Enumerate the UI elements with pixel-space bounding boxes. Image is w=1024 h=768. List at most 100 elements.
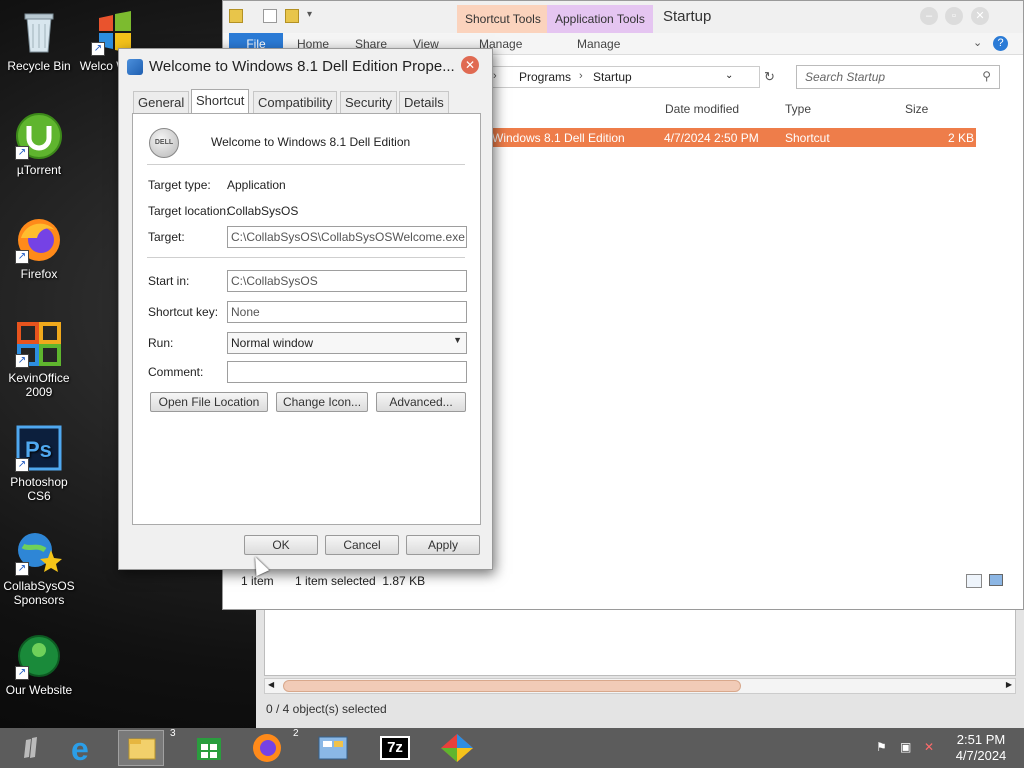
breadcrumb-separator: › <box>579 70 583 82</box>
desktop-icon-photoshop[interactable]: Ps ↗ Photoshop CS6 <box>0 424 78 503</box>
run-select[interactable]: Normal window ▼ <box>227 332 467 354</box>
network-icon[interactable]: ▣ <box>900 740 914 754</box>
shortcut-arrow-icon: ↗ <box>15 146 29 160</box>
scroll-right-icon[interactable]: ▶ <box>1006 680 1012 689</box>
desktop-icon-collabsysos-sponsors[interactable]: ↗ CollabSysOS Sponsors <box>0 528 78 607</box>
file-name: Windows 8.1 Dell Edition <box>492 131 625 145</box>
properties-icon[interactable] <box>263 9 277 23</box>
open-file-location-button[interactable]: Open File Location <box>150 392 268 412</box>
desktop-icon-label: Recycle Bin <box>7 59 71 73</box>
explorer-status-selected: 1 item selected 1.87 KB <box>295 574 426 588</box>
file-explorer-taskbar-icon[interactable] <box>118 730 164 766</box>
column-header-date[interactable]: Date modified <box>665 102 739 116</box>
store-taskbar-icon[interactable] <box>186 730 232 766</box>
properties-dialog: Welcome to Windows 8.1 Dell Edition Prop… <box>118 48 493 570</box>
recycle-bin-icon <box>15 8 63 56</box>
kevinoffice-icon: ↗ <box>15 320 63 368</box>
minimize-button[interactable]: – <box>920 7 938 25</box>
explorer-titlebar: ▾ Shortcut Tools Application Tools Start… <box>223 1 1023 33</box>
svg-text:e: e <box>71 731 89 766</box>
control-panel-taskbar-icon[interactable] <box>310 730 356 766</box>
divider <box>147 164 465 165</box>
desktop-icon-utorrent[interactable]: ↗ µTorrent <box>0 112 78 177</box>
target-location-label: Target location: <box>148 204 230 218</box>
customize-quick-access-icon[interactable]: ▾ <box>307 9 312 20</box>
address-dropdown-icon[interactable]: ⌄ <box>725 70 733 81</box>
desktop-icon-label: Firefox <box>20 267 58 281</box>
new-folder-icon[interactable] <box>285 9 299 23</box>
close-button[interactable]: ✕ <box>971 7 989 25</box>
file-date: 4/7/2024 2:50 PM <box>664 131 759 145</box>
horizontal-scrollbar[interactable]: ◀ ▶ <box>264 678 1016 694</box>
search-placeholder: Search Startup <box>805 70 886 84</box>
run-label: Run: <box>148 336 174 350</box>
shortcut-key-field[interactable]: None <box>227 301 467 323</box>
shortcut-arrow-icon: ↗ <box>15 562 29 576</box>
address-bar[interactable]: › Programs › Startup ⌄ <box>490 66 760 88</box>
dell-logo-icon: DELL <box>149 128 179 158</box>
firefox-window-count: 2 <box>293 728 299 739</box>
paint-taskbar-icon[interactable] <box>434 730 480 766</box>
comment-label: Comment: <box>148 365 204 379</box>
scroll-left-icon[interactable]: ◀ <box>268 680 274 689</box>
column-header-type[interactable]: Type <box>785 102 811 116</box>
desktop-icon-label: Photoshop CS6 <box>10 475 68 503</box>
breadcrumb-programs[interactable]: Programs <box>519 70 571 84</box>
tab-details[interactable]: Details <box>399 91 449 113</box>
tab-application-tools[interactable]: Application Tools <box>547 5 653 33</box>
tab-compatibility[interactable]: Compatibility <box>253 91 338 113</box>
shortcut-tab-panel: DELL Welcome to Windows 8.1 Dell Edition… <box>132 113 481 525</box>
shortcut-arrow-icon: ↗ <box>15 666 29 680</box>
clock-time: 2:51 PM <box>956 732 1006 747</box>
taskbar: e 3 2 7z ⚑ ▣ ✕ 2:51 PM 4/7/2024 <box>0 728 1024 768</box>
tab-security[interactable]: Security <box>340 91 397 113</box>
shortcut-properties-icon <box>127 59 143 75</box>
background-app-window: ◀ ▶ 0 / 4 object(s) selected <box>256 598 1024 728</box>
table-row[interactable]: Windows 8.1 Dell Edition 4/7/2024 2:50 P… <box>490 128 976 147</box>
scrollbar-thumb[interactable] <box>283 680 741 692</box>
change-icon-button[interactable]: Change Icon... <box>276 392 368 412</box>
cancel-button[interactable]: Cancel <box>325 535 399 555</box>
target-type-label: Target type: <box>148 178 211 192</box>
volume-muted-icon[interactable]: ✕ <box>924 740 938 754</box>
shortcut-name: Welcome to Windows 8.1 Dell Edition <box>211 135 411 149</box>
globe-star-icon: ↗ <box>15 528 63 576</box>
help-icon[interactable]: ? <box>993 36 1008 51</box>
action-center-flag-icon[interactable]: ⚑ <box>876 740 890 754</box>
firefox-taskbar-icon[interactable] <box>244 730 290 766</box>
breadcrumb-startup[interactable]: Startup <box>593 70 632 84</box>
desktop-icon-firefox[interactable]: ↗ Firefox <box>0 216 78 281</box>
expand-ribbon-icon[interactable]: ⌄ <box>973 36 982 49</box>
column-header-size[interactable]: Size <box>905 102 928 116</box>
desktop-icon-recycle-bin[interactable]: Recycle Bin <box>0 8 78 73</box>
start-in-field[interactable]: C:\CollabSysOS <box>227 270 467 292</box>
search-icon[interactable]: ⚲ <box>982 69 991 83</box>
target-field[interactable]: C:\CollabSysOS\CollabSysOSWelcome.exe <box>227 226 467 248</box>
dropdown-arrow-icon: ▼ <box>453 335 462 345</box>
internet-explorer-taskbar-icon[interactable]: e <box>62 730 108 767</box>
desktop-icon-kevinoffice[interactable]: ↗ KevinOffice 2009 <box>0 320 78 399</box>
desktop-icon-label: Our Website <box>5 683 73 697</box>
maximize-button[interactable]: ▫ <box>945 7 963 25</box>
tab-shortcut[interactable]: Shortcut <box>191 89 250 113</box>
advanced-button[interactable]: Advanced... <box>376 392 466 412</box>
search-input[interactable]: Search Startup ⚲ <box>796 65 1000 89</box>
details-view-icon[interactable] <box>966 574 982 588</box>
7zip-taskbar-icon[interactable]: 7z <box>372 730 418 766</box>
tab-manage-application[interactable]: Manage <box>577 33 620 55</box>
refresh-icon[interactable]: ↻ <box>764 69 775 85</box>
apply-button[interactable]: Apply <box>406 535 480 555</box>
desktop-icon-label: CollabSysOS Sponsors <box>3 579 75 607</box>
start-button[interactable] <box>8 730 54 766</box>
dialog-close-button[interactable]: ✕ <box>461 56 479 74</box>
desktop-icon-our-website[interactable]: ↗ Our Website <box>0 632 78 697</box>
tab-shortcut-tools[interactable]: Shortcut Tools <box>457 5 549 33</box>
dialog-titlebar[interactable]: Welcome to Windows 8.1 Dell Edition Prop… <box>119 49 492 83</box>
comment-field[interactable] <box>227 361 467 383</box>
taskbar-clock[interactable]: 2:51 PM 4/7/2024 <box>946 732 1016 764</box>
run-select-value: Normal window <box>231 336 314 350</box>
ok-button[interactable]: OK <box>244 535 318 555</box>
tab-general[interactable]: General <box>133 91 190 113</box>
shortcut-arrow-icon: ↗ <box>15 250 29 264</box>
large-icons-view-icon[interactable] <box>989 574 1003 586</box>
